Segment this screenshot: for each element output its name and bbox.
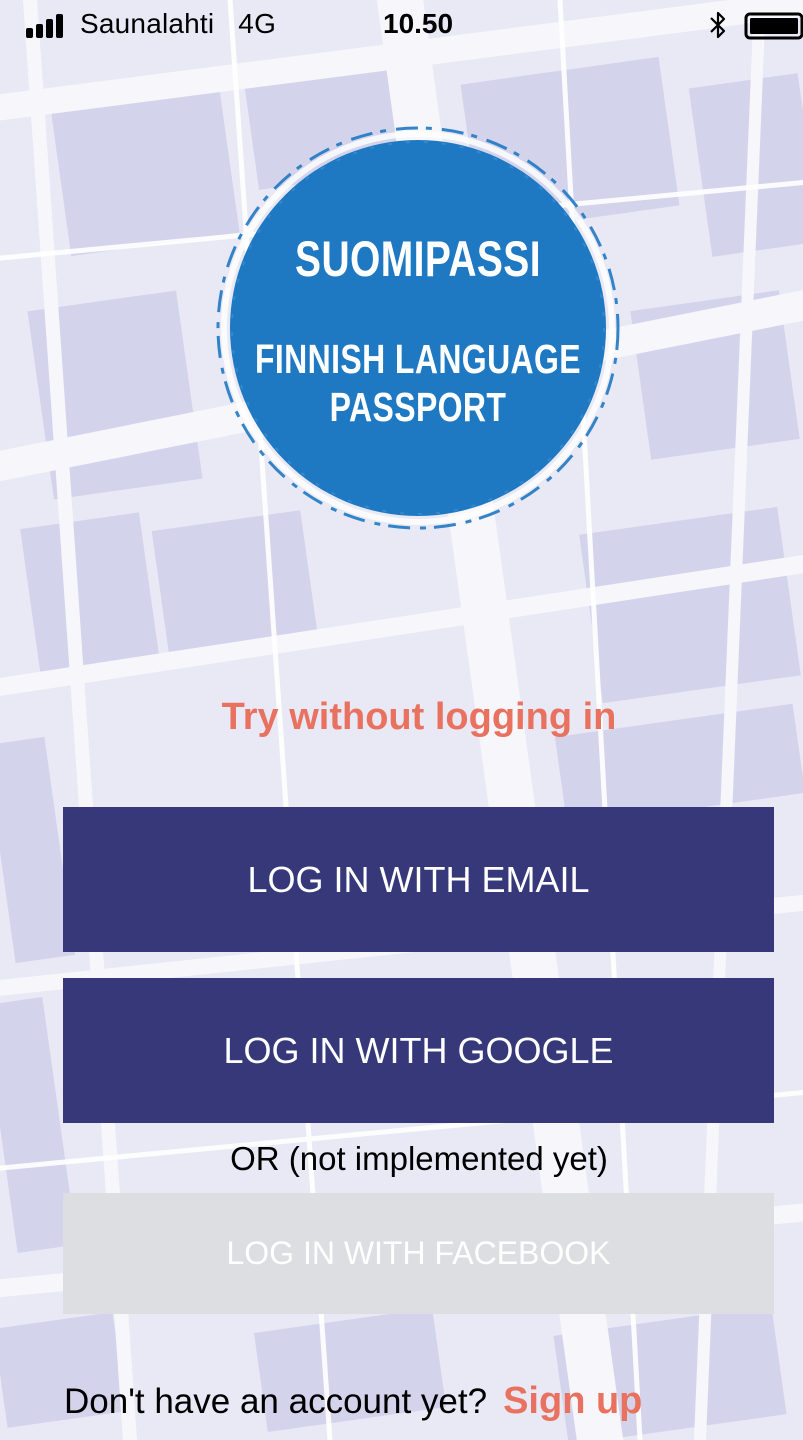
logo-subtitle-line2: PASSPORT: [329, 384, 507, 430]
try-without-login-link[interactable]: Try without logging in: [0, 696, 803, 739]
logo-title: SUOMIPASSI: [295, 231, 541, 287]
clock: 10.50: [383, 8, 454, 39]
no-account-prompt: Don't have an account yet?: [64, 1382, 488, 1421]
network-label: 4G: [238, 8, 277, 39]
login-screen: Saunalahti 4G 10.50 SUOMIPASSI FINNISH L…: [0, 0, 803, 1440]
signup-link[interactable]: Sign up: [503, 1380, 642, 1422]
status-bar: Saunalahti 4G 10.50: [0, 0, 803, 56]
or-not-implemented-label: OR (not implemented yet): [230, 1140, 608, 1177]
bluetooth-icon: [710, 11, 726, 39]
login-google-button[interactable]: LOG IN WITH GOOGLE: [63, 978, 774, 1123]
signup-footer: Don't have an account yet? Sign up: [64, 1380, 642, 1423]
login-facebook-button[interactable]: LOG IN WITH FACEBOOK: [63, 1193, 774, 1314]
carrier-label: Saunalahti 4G: [80, 8, 277, 39]
login-email-button[interactable]: LOG IN WITH EMAIL: [63, 807, 774, 952]
logo-subtitle-line1: FINNISH LANGUAGE: [254, 336, 582, 382]
logo-stamp-circle: [216, 126, 620, 530]
signal-bars-icon: [26, 14, 63, 38]
suomipassi-logo: SUOMIPASSI FINNISH LANGUAGE PASSPORT: [208, 122, 628, 534]
battery-icon: [744, 12, 803, 40]
